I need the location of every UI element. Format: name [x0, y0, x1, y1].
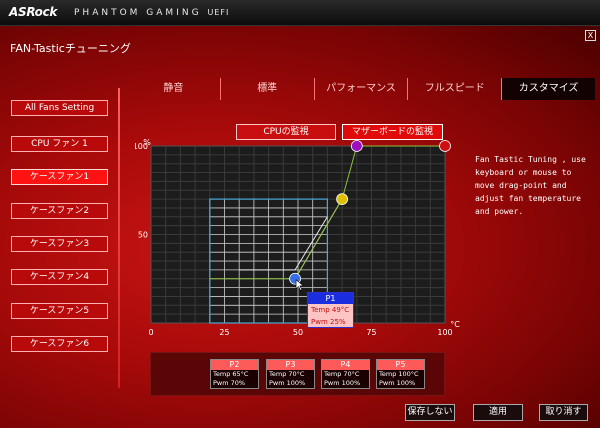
fan-curve-svg[interactable]: 0 25 50 75 10050100%°C — [135, 136, 465, 366]
x-tick-label: 25 — [219, 328, 229, 337]
point-card-title: P2 — [211, 360, 258, 370]
product-name: PHANTOM GAMING UEFI — [74, 8, 230, 18]
sidebar-item-case-fan-3[interactable]: ケースファン3 — [11, 236, 108, 252]
point-card-title: P5 — [377, 360, 424, 370]
point-card-temp: Temp 70°C — [324, 370, 360, 378]
sidebar-item-case-fan-6[interactable]: ケースファン6 — [11, 336, 108, 352]
point-card-temp: Temp 70°C — [269, 370, 305, 378]
control-point-p5[interactable] — [439, 140, 451, 152]
tab-performance[interactable]: パフォーマンス — [315, 78, 409, 100]
window-title: FAN-Tasticチューニング — [10, 42, 131, 55]
control-point-p3[interactable] — [350, 140, 363, 152]
y-tick-label: 50 — [138, 231, 148, 240]
tab-silent[interactable]: 静音 — [127, 78, 221, 100]
tooltip-pwm: Pwm 25% — [311, 318, 346, 326]
title-bar: ASRock PHANTOM GAMING UEFI — [0, 0, 600, 26]
point-card-pwm: Pwm 100% — [324, 379, 361, 387]
x-tick-label: 75 — [366, 328, 376, 337]
sidebar-divider — [118, 88, 120, 388]
point-card-p5[interactable]: P5 Temp 100°C Pwm 100% — [376, 359, 425, 389]
sidebar-item-cpu-fan-1[interactable]: CPU ファン 1 — [11, 136, 108, 152]
point-card-temp: Temp 65°C — [213, 370, 249, 378]
help-text: Fan Tastic Tuning , use keyboard or mous… — [475, 155, 586, 216]
tab-customize[interactable]: カスタマイズ — [502, 78, 595, 100]
discard-button[interactable]: 保存しない — [405, 404, 455, 421]
point-tooltip: P1 Temp 49°C Pwm 25% — [307, 292, 354, 328]
apply-button[interactable]: 適用 — [473, 404, 523, 421]
point-card-title: P3 — [267, 360, 314, 370]
x-unit-label: °C — [450, 320, 460, 329]
sidebar-item-case-fan-4[interactable]: ケースファン4 — [11, 269, 108, 285]
fan-tuning-window: FAN-Tasticチューニング X 静音 標準 パフォーマンス フルスピード … — [0, 26, 600, 428]
point-card-pwm: Pwm 100% — [379, 379, 416, 387]
sidebar-item-all-fans[interactable]: All Fans Setting — [11, 100, 108, 116]
tab-standard[interactable]: 標準 — [221, 78, 315, 100]
x-tick-label: 100 — [437, 328, 452, 337]
tooltip-temp: Temp 49°C — [311, 306, 350, 314]
sidebar-item-case-fan-5[interactable]: ケースファン5 — [11, 303, 108, 319]
x-tick-label: 50 — [293, 328, 303, 337]
tooltip-title: P1 — [308, 293, 353, 304]
point-card-p4[interactable]: P4 Temp 70°C Pwm 100% — [321, 359, 370, 389]
x-tick-label: 0 — [148, 328, 153, 337]
cancel-button[interactable]: 取り消す — [539, 404, 588, 421]
fan-curve-chart[interactable]: 0 25 50 75 100 50 100% °C — [135, 136, 465, 366]
point-card-p3[interactable]: P3 Temp 70°C Pwm 100% — [266, 359, 315, 389]
tab-full-speed[interactable]: フルスピード — [408, 78, 503, 100]
profile-tabs: 静音 標準 パフォーマンス フルスピード カスタマイズ — [127, 78, 595, 100]
y-unit-label: % — [143, 138, 151, 147]
point-card-p2[interactable]: P2 Temp 65°C Pwm 70% — [210, 359, 259, 389]
point-card-pwm: Pwm 100% — [269, 379, 306, 387]
control-point-p2[interactable] — [336, 193, 349, 205]
sidebar-item-case-fan-1[interactable]: ケースファン1 — [11, 169, 108, 185]
point-card-temp: Temp 100°C — [379, 370, 419, 378]
point-card-title: P4 — [322, 360, 369, 370]
brand-logo: ASRock — [9, 5, 58, 19]
point-card-pwm: Pwm 70% — [213, 379, 246, 387]
close-button[interactable]: X — [585, 30, 596, 41]
sidebar-item-case-fan-2[interactable]: ケースファン2 — [11, 203, 108, 219]
